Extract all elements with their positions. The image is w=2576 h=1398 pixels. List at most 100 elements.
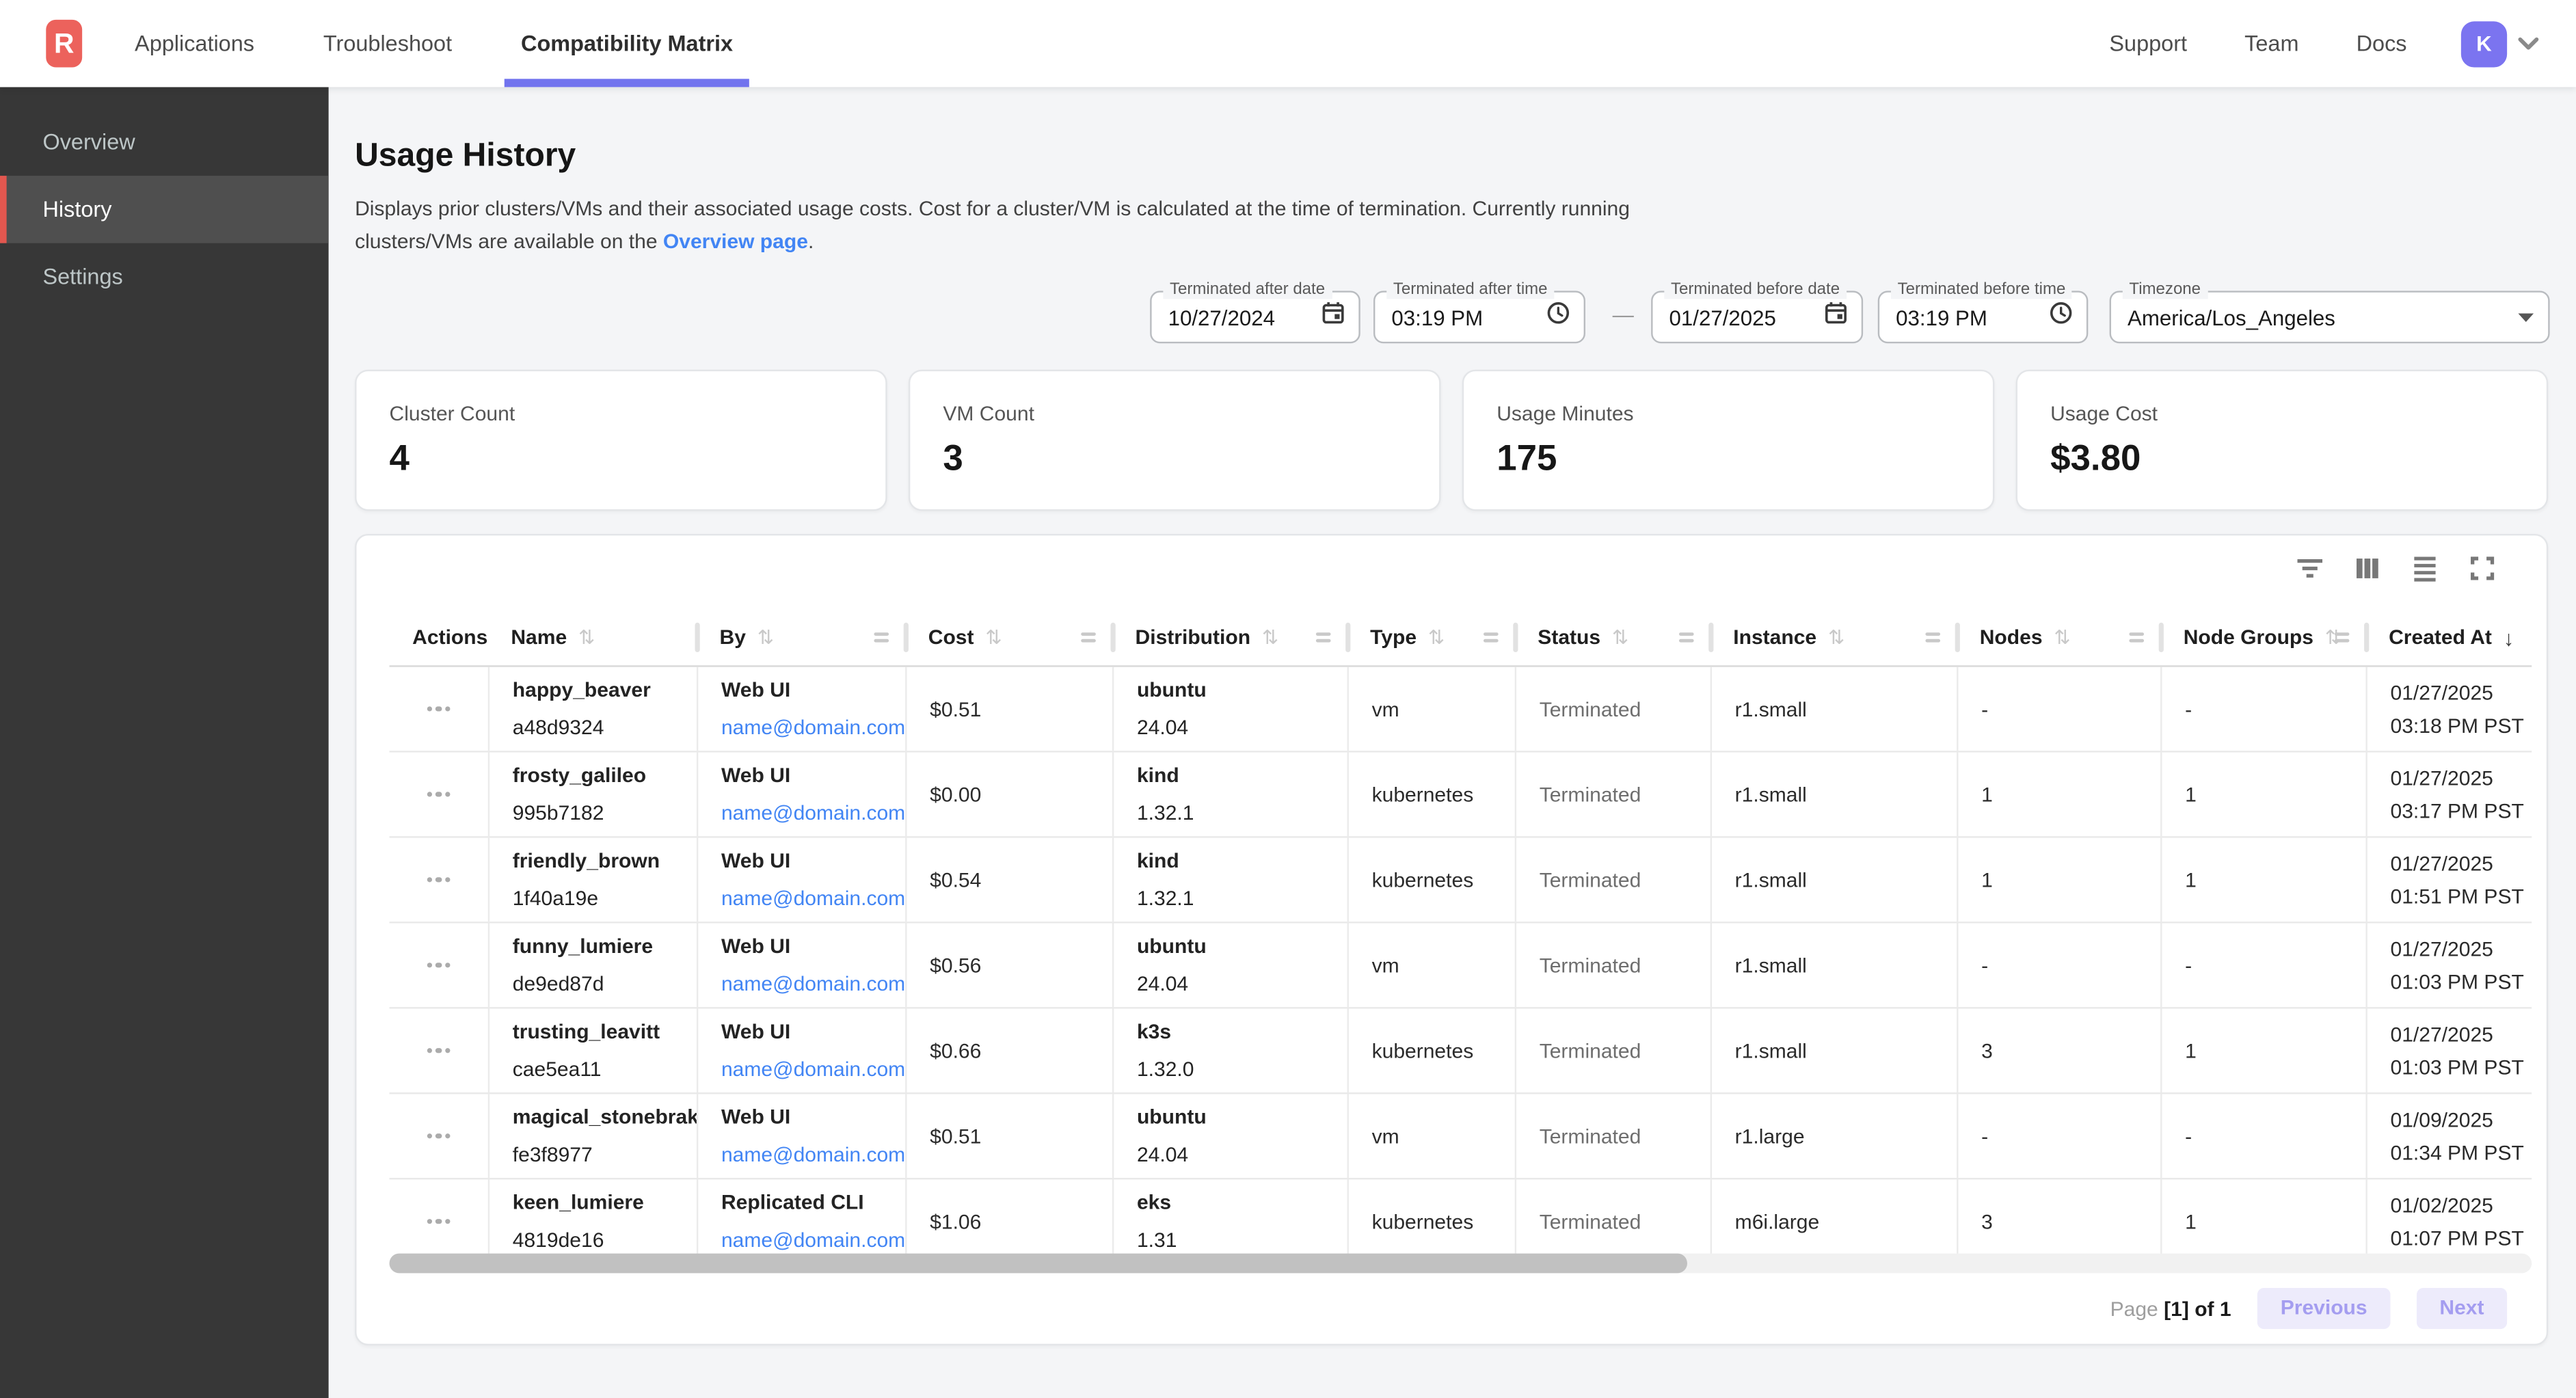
column-menu-icon[interactable] — [1925, 632, 1940, 642]
avatar[interactable]: K — [2461, 21, 2507, 66]
team-link[interactable]: Team — [2244, 31, 2298, 56]
created-date: 01/27/2025 — [2391, 937, 2532, 960]
type-cell: kubernetes — [1347, 1179, 1515, 1263]
row-actions-cell[interactable] — [390, 1179, 488, 1263]
tab-applications[interactable]: Applications — [118, 0, 271, 87]
column-menu-icon[interactable] — [1081, 632, 1096, 642]
instance-cell: r1.small — [1710, 1009, 1957, 1093]
terminated-after-date-field[interactable]: Terminated after date 10/27/2024 — [1150, 291, 1360, 343]
sort-icon: ⇅ — [2054, 626, 2070, 649]
created-by-email-link[interactable]: name@domain.com — [721, 716, 905, 740]
status-cell: Terminated — [1515, 1009, 1710, 1093]
next-page-button[interactable]: Next — [2417, 1288, 2507, 1329]
sidebar-item-history[interactable]: History — [0, 176, 329, 243]
row-actions-cell[interactable] — [390, 838, 488, 922]
distribution-name: ubuntu — [1137, 935, 1347, 958]
status-badge: Terminated — [1540, 1125, 1710, 1148]
created-by-email-link[interactable]: name@domain.com — [721, 802, 905, 825]
kebab-menu-icon — [427, 1219, 451, 1224]
overview-page-link[interactable]: Overview page — [663, 229, 808, 252]
sidebar-item-settings[interactable]: Settings — [0, 243, 329, 311]
density-icon[interactable] — [2410, 554, 2439, 583]
horizontal-scrollbar-thumb[interactable] — [390, 1254, 1687, 1274]
cluster-name: trusting_leavitt — [513, 1020, 697, 1043]
column-menu-icon[interactable] — [1484, 632, 1499, 642]
column-header-name[interactable]: Name ⇅ — [488, 610, 697, 666]
by-cell: Web UI name@domain.com — [697, 838, 905, 922]
created-at-cell: 01/27/2025 01:03 PM PST — [2365, 1009, 2532, 1093]
terminated-after-time-field[interactable]: Terminated after time 03:19 PM — [1373, 291, 1585, 343]
column-header-nodes[interactable]: Nodes ⇅ — [1957, 610, 2160, 666]
column-menu-icon[interactable] — [2129, 632, 2144, 642]
created-by-email-link[interactable]: name@domain.com — [721, 1229, 905, 1252]
created-by-email-link[interactable]: name@domain.com — [721, 1144, 905, 1167]
filter-icon[interactable] — [2295, 554, 2324, 583]
column-separator — [1513, 623, 1518, 652]
instance-cell: r1.small — [1710, 753, 1957, 837]
column-header-type[interactable]: Type ⇅ — [1347, 610, 1515, 666]
calendar-icon[interactable] — [1823, 301, 1848, 334]
docs-link[interactable]: Docs — [2357, 31, 2407, 56]
tab-troubleshoot[interactable]: Troubleshoot — [307, 0, 468, 87]
by-cell: Web UI name@domain.com — [697, 1094, 905, 1178]
type-cell: kubernetes — [1347, 1009, 1515, 1093]
column-separator — [1955, 623, 1960, 652]
sort-icon: ⇅ — [1262, 626, 1278, 649]
distribution-version: 1.32.1 — [1137, 887, 1347, 911]
calendar-icon[interactable] — [1321, 301, 1345, 334]
created-by-email-link[interactable]: name@domain.com — [721, 1058, 905, 1081]
created-time: 01:03 PM PST — [2391, 970, 2532, 993]
row-actions-cell[interactable] — [390, 753, 488, 837]
chevron-down-icon[interactable] — [2517, 36, 2540, 51]
column-menu-icon[interactable] — [874, 632, 889, 642]
dropdown-caret-icon[interactable] — [2517, 302, 2535, 332]
column-header-actions[interactable]: Actions — [390, 610, 488, 666]
previous-page-button[interactable]: Previous — [2257, 1288, 2390, 1329]
row-actions-cell[interactable] — [390, 924, 488, 1008]
cluster-id: 4819de16 — [513, 1229, 697, 1252]
column-header-node-groups[interactable]: Node Groups ⇅ — [2160, 610, 2365, 666]
column-header-by[interactable]: By ⇅ — [697, 610, 905, 666]
by-cell: Web UI name@domain.com — [697, 753, 905, 837]
row-actions-cell[interactable] — [390, 1094, 488, 1178]
timezone-select[interactable]: Timezone America/Los_Angeles — [2110, 291, 2550, 343]
column-header-cost[interactable]: Cost ⇅ — [905, 610, 1112, 666]
columns-icon[interactable] — [2352, 554, 2382, 583]
fullscreen-icon[interactable] — [2467, 554, 2497, 583]
terminated-before-date-field[interactable]: Terminated before date 01/27/2025 — [1651, 291, 1863, 343]
distribution-version: 1.32.1 — [1137, 802, 1347, 825]
row-actions-cell[interactable] — [390, 667, 488, 751]
status-badge: Terminated — [1540, 954, 1710, 977]
kebab-menu-icon — [427, 1133, 451, 1139]
active-tab-underline — [505, 79, 749, 87]
sort-desc-icon: ↓ — [2504, 625, 2514, 649]
created-by-email-link[interactable]: name@domain.com — [721, 887, 905, 911]
created-by-method: Web UI — [721, 849, 905, 872]
replicated-logo-icon[interactable]: R — [46, 20, 82, 68]
column-header-instance[interactable]: Instance ⇅ — [1710, 610, 1957, 666]
by-cell: Web UI name@domain.com — [697, 924, 905, 1008]
column-header-distribution[interactable]: Distribution ⇅ — [1112, 610, 1347, 666]
cluster-name: happy_beaver — [513, 678, 697, 701]
status-cell: Terminated — [1515, 924, 1710, 1008]
tab-compatibility-matrix[interactable]: Compatibility Matrix — [505, 0, 749, 87]
status-badge: Terminated — [1540, 868, 1710, 891]
distribution-version: 1.31 — [1137, 1229, 1347, 1252]
clock-icon[interactable] — [1546, 301, 1570, 334]
created-by-method: Web UI — [721, 764, 905, 787]
column-menu-icon[interactable] — [1679, 632, 1694, 642]
created-by-email-link[interactable]: name@domain.com — [721, 973, 905, 996]
column-header-created-at[interactable]: Created At ↓ — [2365, 610, 2532, 666]
column-header-status[interactable]: Status ⇅ — [1515, 610, 1710, 666]
sidebar-item-overview[interactable]: Overview — [0, 109, 329, 176]
usage-table: Actions Name ⇅ By ⇅ Cost ⇅ Distribution … — [390, 610, 2532, 1265]
column-menu-icon[interactable] — [2335, 632, 2350, 642]
cluster-name: frosty_galileo — [513, 764, 697, 787]
row-actions-cell[interactable] — [390, 1009, 488, 1093]
column-menu-icon[interactable] — [1316, 632, 1331, 642]
created-date: 01/27/2025 — [2391, 1023, 2532, 1046]
terminated-before-time-field[interactable]: Terminated before time 03:19 PM — [1878, 291, 2089, 343]
support-link[interactable]: Support — [2109, 31, 2187, 56]
clock-icon[interactable] — [2049, 301, 2074, 334]
horizontal-scrollbar-track — [390, 1254, 2532, 1274]
